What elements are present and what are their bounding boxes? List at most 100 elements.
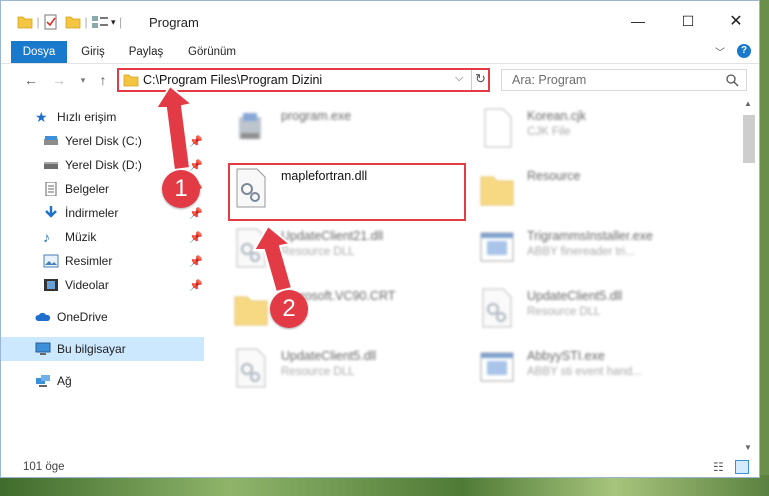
maximize-button[interactable]: ☐ (665, 9, 711, 33)
cloud-icon (35, 312, 51, 321)
title-bar: | | ▾ | Program — ☐ ✕ (1, 1, 759, 41)
tab-home[interactable]: Giriş (73, 41, 113, 63)
scroll-thumb[interactable] (743, 115, 755, 163)
expand-ribbon-icon[interactable]: ﹀ (715, 44, 725, 59)
sidebar-item-label: Resimler (65, 254, 113, 268)
tab-share[interactable]: Paylaş (125, 41, 167, 63)
item-count: 101 öge (23, 461, 65, 473)
pin-icon: 📌 (189, 159, 203, 172)
new-folder-icon[interactable] (65, 15, 81, 29)
status-bar: 101 öge ☷ (1, 457, 759, 477)
sidebar-item-label: İndirmeler (65, 206, 119, 220)
close-button[interactable]: ✕ (713, 9, 759, 33)
sidebar-item-this-pc[interactable]: Bu bilgisayar (1, 337, 204, 361)
file-name: Resource (527, 169, 581, 183)
search-icon (726, 74, 739, 87)
dll-gear-icon (236, 228, 266, 268)
forward-button[interactable]: → (49, 71, 69, 89)
highlight-box (228, 163, 466, 221)
file-name: UpdateClient5.dll (527, 289, 623, 303)
file-desc: ABBY finereader tri... (527, 246, 635, 258)
sidebar-item-label: Belgeler (65, 182, 110, 196)
tab-view[interactable]: Görünüm (181, 41, 243, 63)
search-box[interactable]: Ara: Program (501, 69, 747, 91)
file-list: program.exe Korean.cjk CJK File maplefor… (209, 97, 741, 447)
file-desc: Resource DLL (281, 366, 355, 378)
back-button[interactable]: ← (21, 71, 41, 89)
recent-locations-button[interactable]: ▾ (73, 71, 93, 89)
address-bar[interactable]: C:\Program Files\Program Dizini ⌵ ↻ (117, 68, 490, 92)
address-path: C:\Program Files\Program Dizini (143, 73, 323, 87)
video-icon (44, 279, 58, 291)
installer-icon (239, 113, 261, 139)
file-name: Korean.cjk (527, 109, 587, 123)
app-icon (480, 232, 514, 262)
vertical-scrollbar[interactable]: ▲ ▼ (741, 97, 757, 457)
properties-icon[interactable] (43, 14, 59, 30)
pin-icon: 📌 (189, 279, 203, 292)
sidebar-item-label: Yerel Disk (D:) (65, 158, 142, 172)
minimize-button[interactable]: — (615, 9, 661, 33)
file-item[interactable]: AbbyySTI.exe ABBY sti event hand... (479, 347, 719, 397)
dll-gear-icon (236, 348, 266, 388)
download-icon (45, 206, 57, 218)
file-item[interactable]: Resource (479, 167, 719, 217)
folder-icon (234, 296, 268, 326)
file-name: TrigrammsInstaller.exe (527, 229, 653, 243)
scroll-down-icon[interactable]: ▼ (744, 443, 752, 452)
file-item[interactable]: Microsoft.VC90.CRT (233, 287, 473, 337)
file-desc: ABBY sti event hand... (527, 366, 642, 378)
picture-icon (43, 254, 59, 268)
desktop-background (0, 475, 769, 496)
file-item[interactable]: TrigrammsInstaller.exe ABBY finereader t… (479, 227, 719, 277)
dll-gear-icon (482, 288, 512, 328)
help-icon[interactable]: ? (737, 44, 751, 58)
sidebar-item-network[interactable]: Ağ (1, 369, 240, 393)
file-desc: Resource DLL (527, 306, 601, 318)
drive-icon (44, 136, 58, 145)
file-name: UpdateClient21.dll (281, 229, 384, 243)
file-name: AbbyySTI.exe (527, 349, 605, 363)
file-item[interactable]: Korean.cjk CJK File (479, 107, 719, 157)
quick-access-toolbar: | | ▾ | (17, 13, 126, 31)
navigation-pane: ★ Hızlı erişim Yerel Disk (C:) 📌 Yerel D… (1, 97, 206, 447)
step-1-badge: 1 (162, 170, 200, 208)
file-item[interactable]: program.exe (233, 107, 473, 157)
window-title: Program (149, 15, 199, 30)
file-item[interactable]: UpdateClient5.dll Resource DLL (233, 347, 473, 397)
computer-icon (35, 342, 51, 355)
refresh-icon[interactable]: ↻ (475, 71, 486, 87)
search-placeholder: Ara: Program (512, 73, 587, 87)
tab-file[interactable]: Dosya (11, 41, 67, 63)
file-item[interactable]: UpdateClient21.dll Resource DLL (233, 227, 473, 277)
drive-icon (44, 162, 58, 169)
pin-icon: 📌 (189, 231, 203, 244)
sidebar-item-label: Müzik (65, 230, 97, 244)
sidebar-item-label: Yerel Disk (C:) (65, 134, 142, 148)
sidebar-item-label: Bu bilgisayar (57, 342, 126, 356)
sidebar-item-label: Ağ (57, 374, 72, 388)
scroll-up-icon[interactable]: ▲ (744, 99, 752, 108)
app-icon (480, 352, 514, 382)
ribbon-tabs: Dosya Giriş Paylaş Görünüm ﹀ ? (1, 41, 759, 64)
sidebar-item-label: Videolar (65, 278, 109, 292)
pin-icon: 📌 (189, 207, 203, 220)
file-item[interactable]: UpdateClient5.dll Resource DLL (479, 287, 719, 337)
network-icon (36, 375, 50, 387)
sidebar-item-quick-access[interactable]: ★ Hızlı erişim (1, 105, 240, 129)
pin-icon: 📌 (189, 135, 203, 148)
up-button[interactable]: ↑ (93, 71, 113, 89)
details-view-icon[interactable]: ☷ (713, 460, 724, 474)
file-desc: CJK File (527, 126, 571, 138)
folder-icon (123, 74, 139, 87)
large-icons-view-icon[interactable] (735, 460, 749, 474)
sidebar-item-label: OneDrive (57, 310, 108, 324)
view-options-icon[interactable] (91, 15, 109, 29)
file-name: program.exe (281, 109, 352, 123)
file-icon (484, 108, 512, 148)
address-dropdown-icon[interactable]: ⌵ (455, 72, 463, 85)
folder-icon[interactable] (17, 15, 33, 29)
file-name: UpdateClient5.dll (281, 349, 377, 363)
music-icon: ♪ (43, 229, 50, 245)
sidebar-item-onedrive[interactable]: OneDrive (1, 305, 240, 329)
